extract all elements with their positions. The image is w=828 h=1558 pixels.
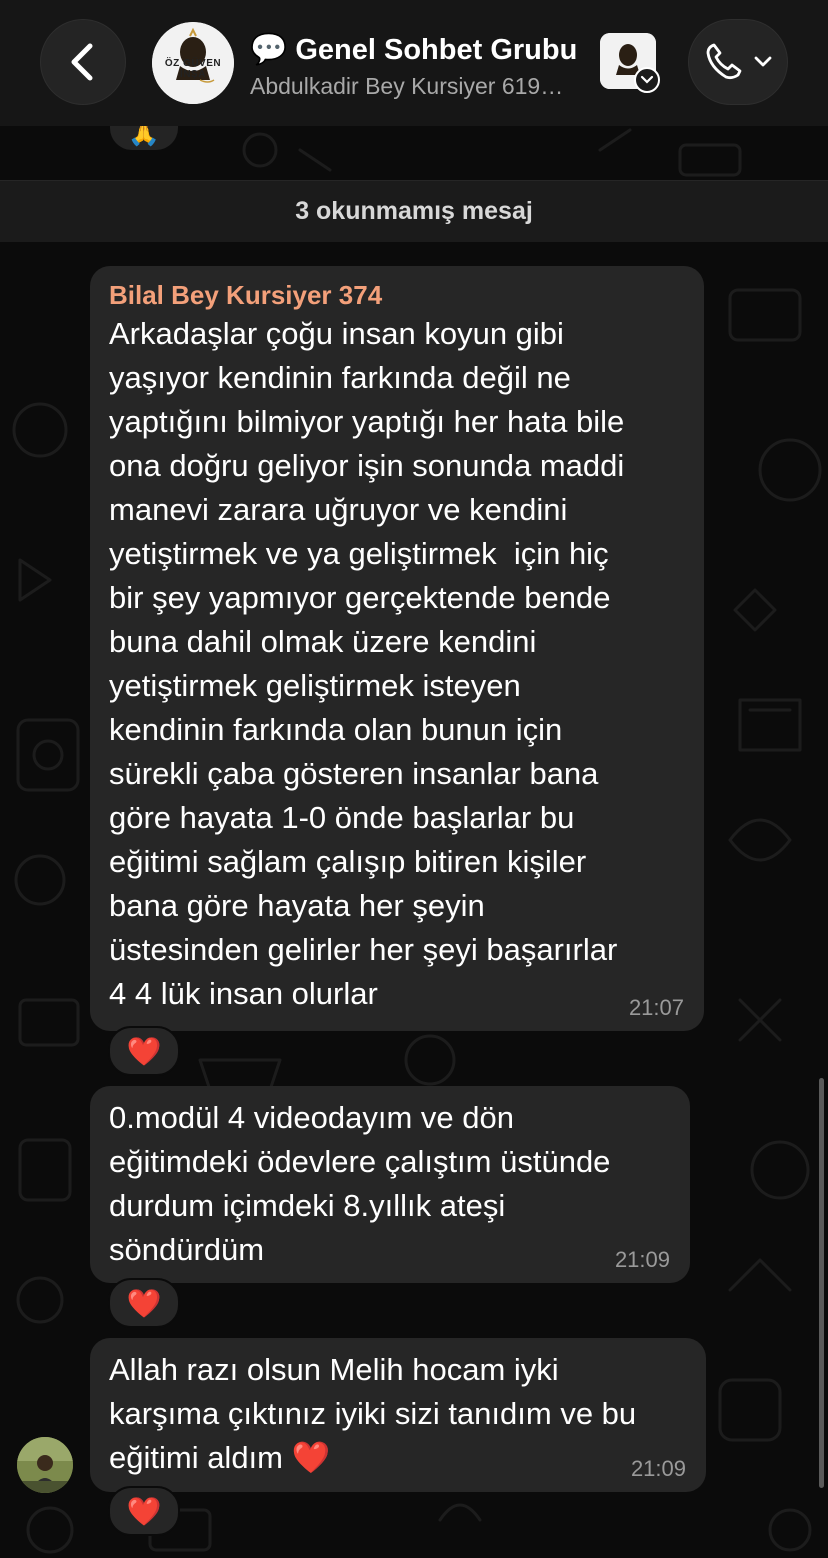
message-reaction[interactable]: ❤️	[108, 1278, 180, 1328]
group-avatar[interactable]: ÖZ GÜVEN İNŞA	[152, 22, 234, 104]
group-members-subtitle: Abdulkadir Bey Kursiyer 619…	[250, 73, 564, 99]
heart-emoji: ❤️	[126, 1287, 162, 1319]
message-bubble[interactable]: Allah razı olsun Melih hocam iyki karşım…	[90, 1338, 706, 1492]
message-time: 21:09	[614, 1247, 670, 1272]
message-reaction[interactable]: ❤️	[108, 1486, 180, 1536]
heart-emoji: ❤️	[126, 1035, 162, 1067]
heart-emoji: ❤️	[126, 1495, 162, 1527]
sender-avatar[interactable]	[17, 1437, 73, 1493]
message-text: Allah razı olsun Melih hocam iyki karşım…	[109, 1352, 637, 1475]
chevron-down-icon	[640, 75, 654, 84]
phone-icon	[706, 43, 742, 80]
verified-badge	[634, 67, 660, 93]
unread-divider-label: 3 okunmamış mesaj	[295, 197, 533, 225]
message-time: 21:09	[630, 1456, 686, 1481]
message-text: Arkadaşlar çoğu insan koyun gibi yaşıyor…	[109, 316, 625, 1011]
profile-photo-icon	[17, 1437, 73, 1493]
message-bubble[interactable]: 0.modül 4 videodayım ve dön eğitimdeki ö…	[90, 1086, 690, 1283]
message-text: 0.modül 4 videodayım ve dön eğitimdeki ö…	[109, 1100, 611, 1267]
community-avatar[interactable]	[600, 33, 660, 93]
chevron-left-icon	[71, 43, 93, 81]
message-bubble[interactable]: Bilal Bey Kursiyer 374 Arkadaşlar çoğu i…	[90, 266, 704, 1031]
unread-messages-divider: 3 okunmamış mesaj	[0, 180, 828, 242]
message-reaction[interactable]: ❤️	[108, 1026, 180, 1076]
chat-title-block[interactable]: 💬 Genel Sohbet Grubu Abdulkadir Bey Kurs…	[250, 30, 595, 100]
message-time: 21:07	[628, 995, 684, 1020]
group-logo-text: ÖZ GÜVEN İNŞA	[164, 58, 222, 80]
group-name: Genel Sohbet Grubu	[295, 33, 578, 66]
speech-bubble-emoji: 💬	[250, 33, 288, 66]
back-button[interactable]	[40, 19, 126, 105]
scrollbar[interactable]	[819, 1078, 824, 1488]
chevron-down-icon	[754, 56, 772, 67]
call-button[interactable]	[688, 19, 788, 105]
sender-name[interactable]: Bilal Bey Kursiyer 374	[109, 278, 684, 312]
chat-header: ÖZ GÜVEN İNŞA 💬 Genel Sohbet Grubu Abdul…	[0, 0, 828, 126]
